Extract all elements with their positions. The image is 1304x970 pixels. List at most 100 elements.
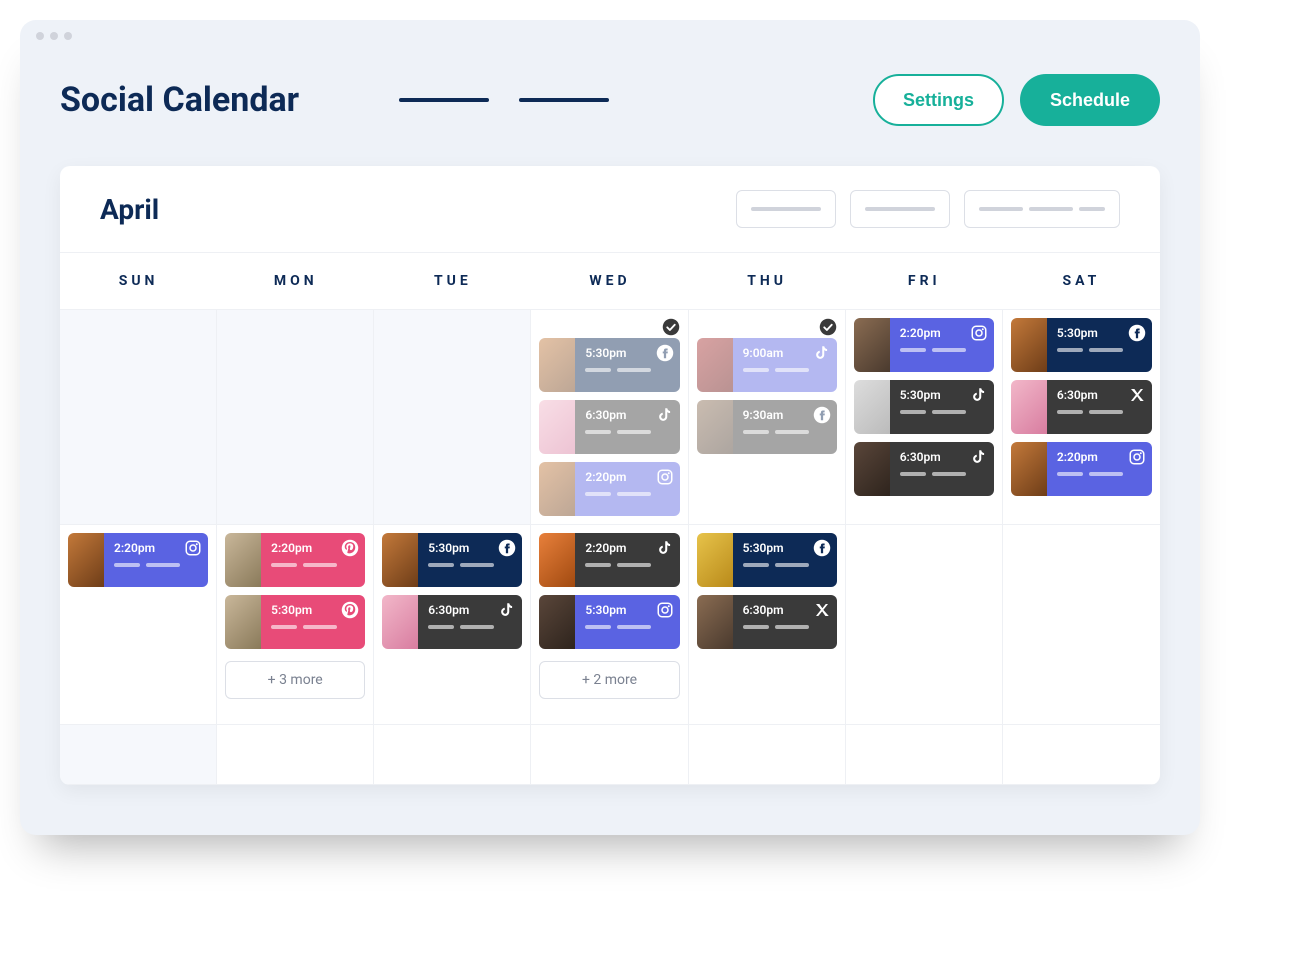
post-body: 5:30pm: [733, 533, 837, 587]
day-cell: [217, 725, 374, 785]
calendar-card: April SUNMONTUEWEDTHUFRISAT 5:30pm 6:30pm…: [60, 166, 1160, 785]
post-card[interactable]: 2:20pm: [854, 318, 994, 372]
weeks-container: 5:30pm6:30pm2:20pm9:00am9:30am2:20pm5:30…: [60, 310, 1160, 785]
post-thumbnail: [225, 595, 261, 649]
post-card[interactable]: 5:30pm: [854, 380, 994, 434]
post-card[interactable]: 6:30pm: [854, 442, 994, 496]
post-thumbnail: [539, 462, 575, 516]
post-card[interactable]: 5:30pm: [225, 595, 365, 649]
post-thumbnail: [1011, 318, 1047, 372]
filter-row: [736, 190, 1120, 228]
post-card[interactable]: 6:30pm: [697, 595, 837, 649]
window-dot: [64, 32, 72, 40]
post-content-placeholder: [1057, 410, 1142, 414]
filter-dropdown[interactable]: [736, 190, 836, 228]
window-dot: [36, 32, 44, 40]
post-body: 5:30pm: [1047, 318, 1152, 372]
post-card[interactable]: 2:20pm: [1011, 442, 1152, 496]
post-card[interactable]: 2:20pm: [539, 462, 679, 516]
day-cell: [60, 310, 217, 525]
post-content-placeholder: [585, 563, 669, 567]
post-card[interactable]: 5:30pm: [1011, 318, 1152, 372]
instagram-icon: [184, 539, 202, 557]
day-cell: 2:20pm 5:30pm 6:30pm: [846, 310, 1003, 525]
post-body: 5:30pm: [575, 338, 679, 392]
x-icon: [813, 601, 831, 619]
post-content-placeholder: [1057, 472, 1142, 476]
show-more-button[interactable]: + 3 more: [225, 661, 365, 699]
post-card[interactable]: 9:00am: [697, 338, 837, 392]
post-content-placeholder: [900, 472, 984, 476]
post-thumbnail: [854, 318, 890, 372]
window-dot: [50, 32, 58, 40]
post-card[interactable]: 2:20pm: [539, 533, 679, 587]
post-card[interactable]: 5:30pm: [539, 595, 679, 649]
day-cell: [374, 725, 531, 785]
day-header-row: SUNMONTUEWEDTHUFRISAT: [60, 252, 1160, 310]
post-thumbnail: [1011, 380, 1047, 434]
filter-dropdown[interactable]: [964, 190, 1120, 228]
day-cell: 5:30pm 6:30pm 2:20pm: [531, 310, 688, 525]
post-thumbnail: [697, 338, 733, 392]
day-header: TUE: [374, 253, 531, 309]
post-content-placeholder: [585, 492, 669, 496]
day-cell: [374, 310, 531, 525]
schedule-button[interactable]: Schedule: [1020, 74, 1160, 126]
post-thumbnail: [68, 533, 104, 587]
facebook-icon: [656, 344, 674, 362]
post-content-placeholder: [585, 625, 669, 629]
post-thumbnail: [539, 400, 575, 454]
week-row: [60, 725, 1160, 785]
tiktok-icon: [970, 386, 988, 404]
post-content-placeholder: [743, 625, 827, 629]
post-body: 2:20pm: [575, 533, 679, 587]
post-card[interactable]: 6:30pm: [382, 595, 522, 649]
post-content-placeholder: [743, 430, 827, 434]
post-card[interactable]: 2:20pm: [68, 533, 208, 587]
calendar-header: April: [60, 166, 1160, 252]
post-body: 9:00am: [733, 338, 837, 392]
post-body: 6:30pm: [575, 400, 679, 454]
post-thumbnail: [225, 533, 261, 587]
facebook-icon: [813, 539, 831, 557]
tiktok-icon: [656, 539, 674, 557]
settings-button[interactable]: Settings: [873, 74, 1004, 126]
post-thumbnail: [697, 595, 733, 649]
day-cell: 5:30pm 6:30pm 2:20pm: [1003, 310, 1160, 525]
post-content-placeholder: [428, 563, 512, 567]
day-cell: [1003, 725, 1160, 785]
post-card[interactable]: 6:30pm: [539, 400, 679, 454]
post-body: 5:30pm: [418, 533, 522, 587]
post-card[interactable]: 6:30pm: [1011, 380, 1152, 434]
post-body: 6:30pm: [890, 442, 994, 496]
post-thumbnail: [539, 595, 575, 649]
day-cell: [60, 725, 217, 785]
post-content-placeholder: [585, 368, 669, 372]
post-card[interactable]: 2:20pm: [225, 533, 365, 587]
show-more-button[interactable]: + 2 more: [539, 661, 679, 699]
day-cell: [846, 725, 1003, 785]
post-body: 2:20pm: [104, 533, 208, 587]
post-body: 6:30pm: [1047, 380, 1152, 434]
filter-dropdown[interactable]: [850, 190, 950, 228]
post-card[interactable]: 5:30pm: [539, 338, 679, 392]
post-card[interactable]: 5:30pm: [382, 533, 522, 587]
page-header: Social Calendar Settings Schedule: [20, 44, 1200, 166]
post-thumbnail: [854, 380, 890, 434]
post-content-placeholder: [743, 563, 827, 567]
month-title: April: [100, 193, 159, 226]
x-icon: [1128, 386, 1146, 404]
tiktok-icon: [813, 344, 831, 362]
tiktok-icon: [656, 406, 674, 424]
day-header: THU: [689, 253, 846, 309]
pinterest-icon: [341, 601, 359, 619]
day-cell: [1003, 525, 1160, 725]
day-cell: [531, 725, 688, 785]
post-card[interactable]: 9:30am: [697, 400, 837, 454]
facebook-icon: [1128, 324, 1146, 342]
post-card[interactable]: 5:30pm: [697, 533, 837, 587]
instagram-icon: [970, 324, 988, 342]
day-header: FRI: [846, 253, 1003, 309]
post-content-placeholder: [271, 625, 355, 629]
post-body: 5:30pm: [890, 380, 994, 434]
